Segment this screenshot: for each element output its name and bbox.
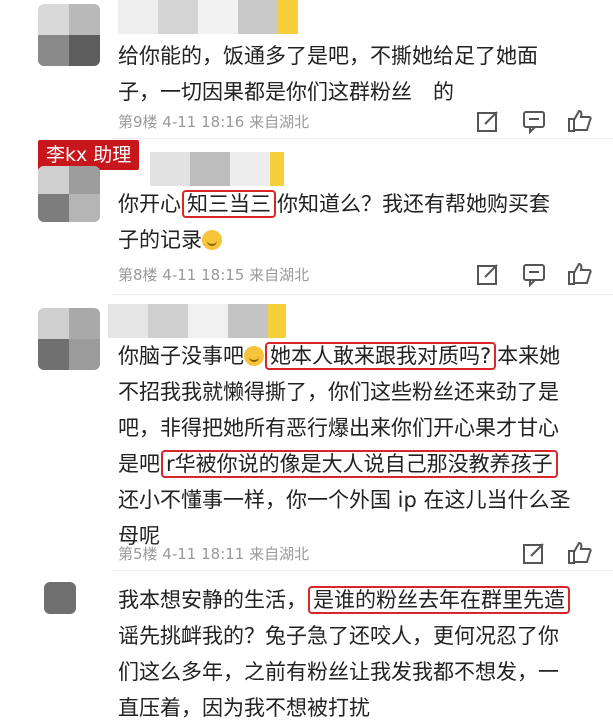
username-mosaic <box>150 152 310 186</box>
comment-actions <box>475 261 595 287</box>
avatar[interactable] <box>38 308 100 370</box>
edit-icon[interactable] <box>521 540 547 566</box>
grin-emoji-icon <box>244 346 264 366</box>
edit-icon[interactable] <box>475 108 501 134</box>
comment-actions <box>521 540 595 566</box>
smile-emoji-icon <box>202 230 222 250</box>
highlight-box: 她本人敢来跟我对质吗? <box>265 342 497 370</box>
highlight-box: 是谁的粉丝去年在群里先造 <box>308 586 570 614</box>
avatar[interactable] <box>44 582 76 614</box>
thumbs-up-icon[interactable] <box>567 108 593 134</box>
divider <box>112 294 613 295</box>
username-mosaic <box>108 304 308 338</box>
thumbs-up-icon[interactable] <box>567 540 593 566</box>
edit-icon[interactable] <box>475 261 501 287</box>
comment-text: 你脑子没事吧 她本人敢来跟我对质吗? 本来她 不招我我就懒得撕了，你们这些粉丝还来劲… <box>118 342 571 548</box>
username-mosaic <box>118 0 318 34</box>
thumbs-up-icon[interactable] <box>567 261 593 287</box>
comment-text: 给你能的，饭通多了是吧，不撕她给足了她面 子，一切因果都是你们这群粉丝 的 <box>118 44 538 104</box>
avatar[interactable] <box>38 4 100 66</box>
comment-actions <box>475 108 595 134</box>
comment-icon[interactable] <box>521 261 547 287</box>
comment-icon[interactable] <box>521 108 547 134</box>
highlight-box: r华被你说的像是大人说自己那没教养孩子 <box>161 450 558 478</box>
highlight-box: 知三当三 <box>182 190 276 218</box>
divider <box>112 570 613 571</box>
avatar[interactable] <box>38 166 100 222</box>
comment-meta: 第5楼 4-11 18:11 来自湖北 <box>118 545 310 563</box>
comment-text: 我本想安静的生活， 是谁的粉丝去年在群里先造 谣先挑衅我的？兔子急了还咬人，更何况… <box>118 582 608 726</box>
comment-meta: 第9楼 4-11 18:16 来自湖北 <box>118 113 310 131</box>
divider <box>112 138 613 139</box>
comment-text: 你开心 知三当三 你知道么？我还有帮她购买套 子的记录 <box>118 190 550 252</box>
comment-meta: 第8楼 4-11 18:15 来自湖北 <box>118 266 310 284</box>
